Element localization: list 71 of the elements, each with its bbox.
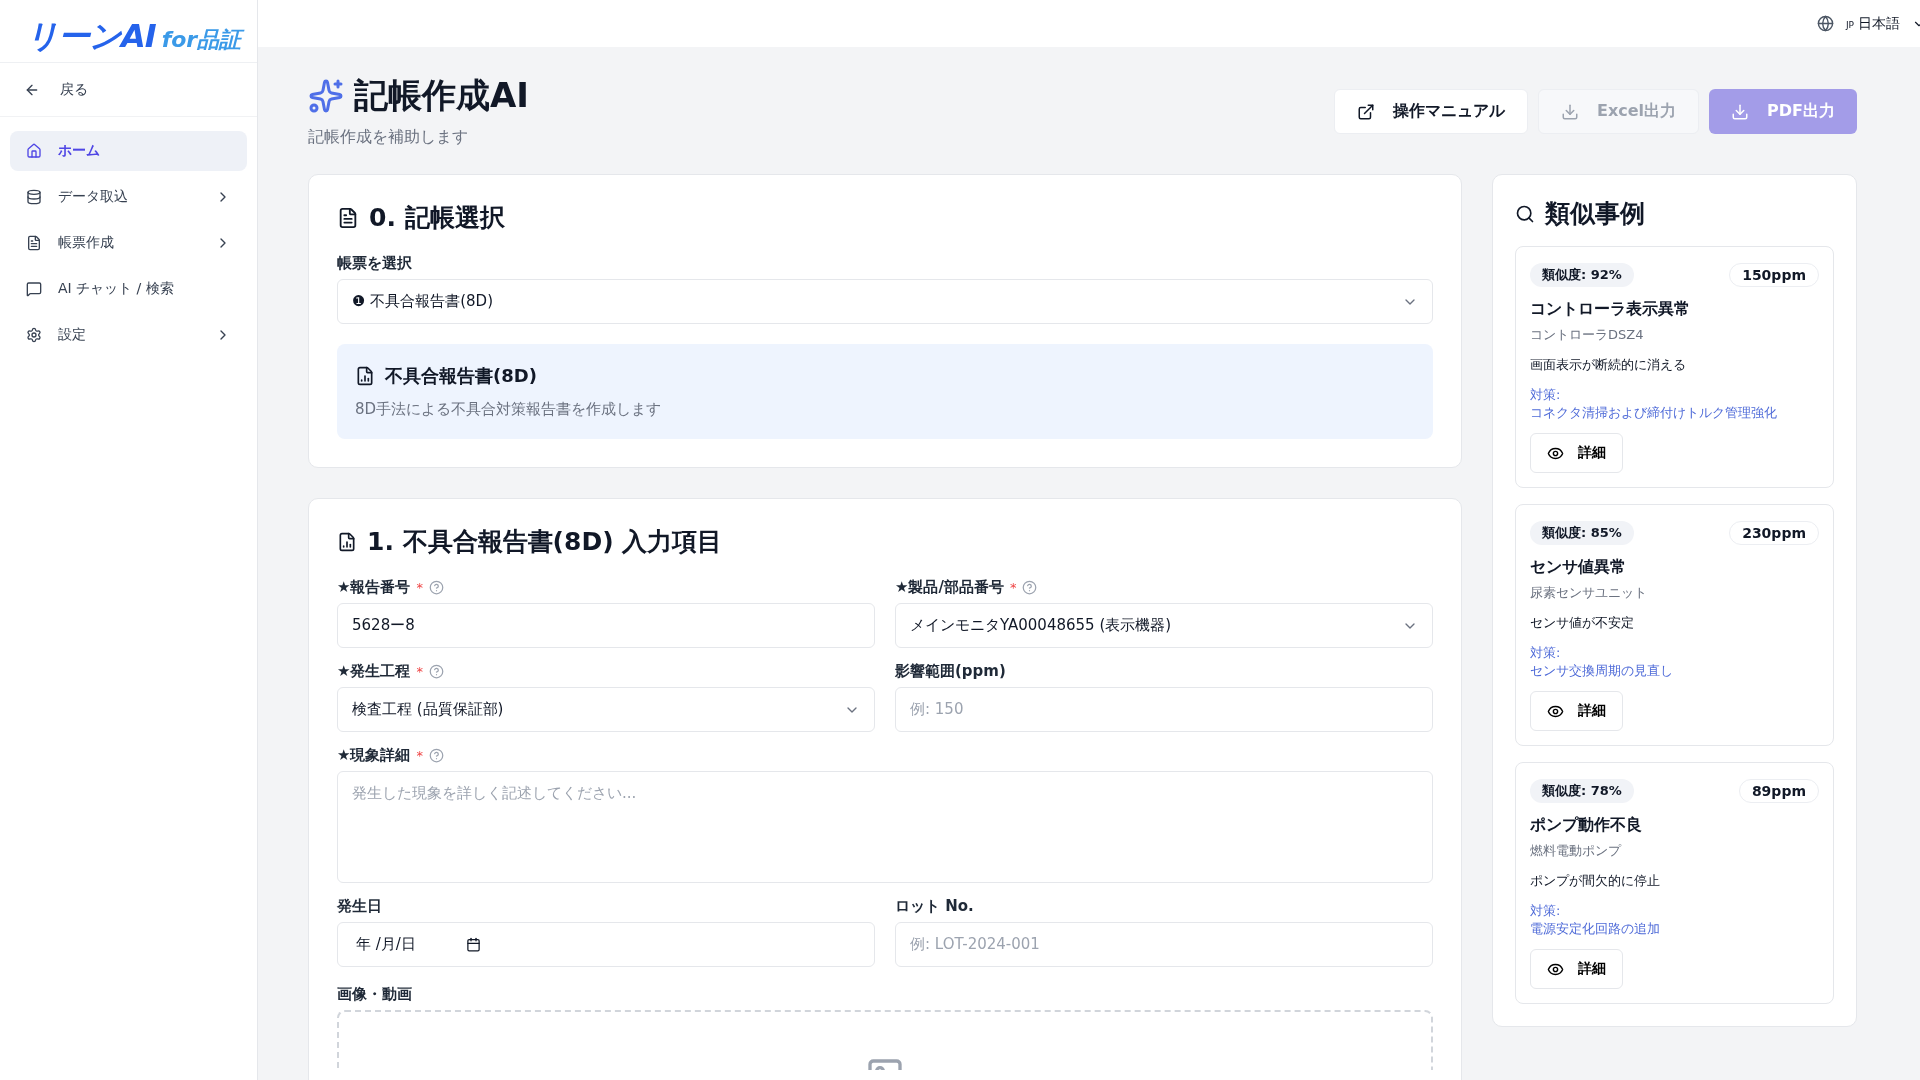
select-field[interactable]: ❶ 不具合報告書(8D) [337,279,1433,324]
field-label: 影響範囲(ppm) [895,662,1006,681]
sparkles-icon [308,78,344,114]
field-label: ★発生工程 [337,662,411,681]
similarity-badge: 類似度: 78% [1530,779,1634,804]
database-icon [26,189,42,205]
sidebar-item[interactable]: データ取込 [10,177,247,217]
measure-text: 電源安定化回路の追加 [1530,919,1661,938]
chart-document-icon [337,531,357,552]
download-icon [1731,102,1750,121]
case-symptom: ポンプが間欠的に停止 [1530,872,1661,891]
similarity-badge: 類似度: 85% [1530,521,1634,546]
required-mark: * [416,580,423,595]
field-label: ロット No. [895,897,974,916]
input-field[interactable]: 5628ー8 [337,603,875,648]
field-label: 画像・動画 [337,985,412,1004]
detail-button[interactable]: 詳細 [1530,691,1623,732]
page-title: 記帳作成AI [354,74,529,117]
detail-button[interactable]: 詳細 [1530,433,1623,474]
measure-label: 対策: [1530,386,1562,404]
required-mark: * [1009,580,1017,595]
card-title: 0. 記帳選択 [369,202,505,234]
settings-icon [26,327,42,343]
similarity-badge: 類似度: 92% [1530,263,1634,287]
sidebar-item[interactable]: ホーム [10,131,247,171]
measure-text: センサ交換周期の見直し [1530,661,1674,680]
home-icon [26,143,42,159]
case-part: コントローラDSZ4 [1530,326,1645,344]
card-title: 1. 不具合報告書(8D) 入力項目 [367,526,723,558]
measure-label: 対策: [1530,902,1562,920]
field-label: 発生日 [337,897,382,916]
case-part: 燃料電動ポンプ [1530,842,1623,861]
info-title: 不具合報告書(8D) [385,364,537,388]
upload-dropzone[interactable] [337,1010,1433,1070]
calendar-icon [465,937,481,952]
required-mark: * [416,748,423,763]
document-icon [26,235,42,251]
chat-icon [26,281,42,297]
field-label: 帳票を選択 [337,254,412,273]
required-mark: * [416,664,423,679]
logo-text: リーンAI [26,20,156,52]
sidebar-item[interactable]: 設定 [10,315,247,355]
select-field[interactable]: 検査工程 (品質保証部) [337,687,875,732]
download-icon [1561,102,1579,121]
case-part: 尿素センサユニット [1530,584,1648,603]
globe-icon [1816,15,1834,32]
external-link-icon [1357,102,1375,121]
sidebar-item[interactable]: 帳票作成 [10,223,247,263]
case-symptom: 画面表示が断続的に消える [1530,356,1687,374]
measure-label: 対策: [1530,644,1562,662]
case-title: センサ値異常 [1530,557,1627,579]
sidebar-item[interactable]: AI チャット / 検索 [10,269,247,309]
case-title: ポンプ動作不良 [1530,815,1643,837]
back-link[interactable]: 戻る [0,63,257,117]
field-label: ★製品/部品番号 [895,578,1004,597]
chart-document-icon [355,366,375,386]
field-label: ★現象詳細 [337,746,411,765]
info-text: 8D手法による不具合対策報告書を作成します [355,400,663,419]
language-selector[interactable]: JP 日本語 [1845,14,1900,33]
document-icon [337,206,359,229]
action-button[interactable]: 操作マニュアル [1334,89,1528,134]
measure-text: コネクタ清掃および締付けトルク管理強化 [1530,403,1778,422]
select-field[interactable]: メインモニタYA00048655 (表示機器) [895,603,1433,648]
detail-button[interactable]: 詳細 [1530,949,1623,990]
field-label: ★報告番号 [337,578,411,597]
page-subtitle: 記帳作成を補助します [308,127,469,148]
case-symptom: センサ値が不安定 [1530,614,1635,633]
search-icon [1515,203,1535,224]
date-field[interactable]: 年 /月/日 [337,922,875,967]
card-title: 類似事例 [1545,198,1645,230]
case-title: コントローラ表示異常 [1530,299,1691,320]
